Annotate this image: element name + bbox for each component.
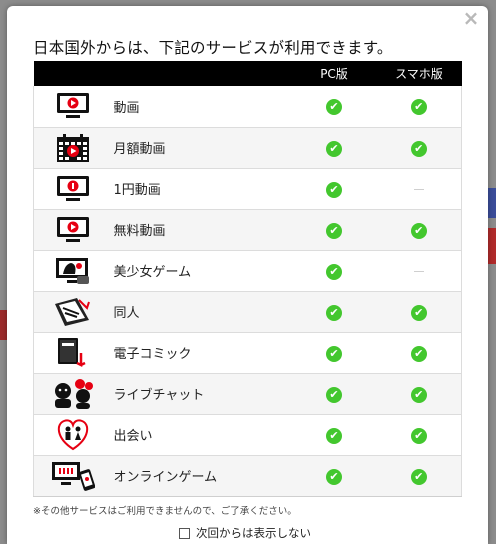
- service-row: 無料動画 ✔ ✔: [33, 209, 462, 251]
- close-button[interactable]: ×: [462, 8, 480, 28]
- service-row: 動画 ✔ ✔: [33, 86, 462, 128]
- available-check-icon: ✔: [326, 304, 342, 321]
- available-check-icon: ✔: [410, 222, 427, 239]
- header-smartphone-column: スマホ版: [376, 61, 462, 86]
- live-chat-icon: [51, 378, 95, 409]
- pc-availability: ✔: [291, 332, 377, 374]
- service-row: 美少女ゲーム ✔: [33, 250, 462, 292]
- service-row: 電子コミック ✔ ✔: [33, 332, 462, 374]
- service-name: オンラインゲーム: [111, 455, 292, 497]
- service-name: 無料動画: [111, 209, 292, 251]
- service-name: 電子コミック: [111, 332, 292, 374]
- header-service-column: [111, 61, 292, 86]
- service-row: オンラインゲーム ✔ ✔: [33, 455, 462, 497]
- online-game-devices-icon: [51, 461, 95, 491]
- available-check-icon: ✔: [326, 99, 342, 116]
- bishoujo-game-icon: [55, 257, 91, 284]
- service-row: 1円動画 ✔: [33, 168, 462, 210]
- service-name: 月額動画: [111, 127, 292, 169]
- pc-availability: ✔: [291, 373, 377, 415]
- unavailable-dash-icon: [413, 189, 424, 190]
- smartphone-availability: [376, 168, 462, 210]
- video-monitor-icon: [56, 93, 90, 119]
- service-row: 同人 ✔ ✔: [33, 291, 462, 333]
- dating-heart-icon: [54, 418, 92, 450]
- available-check-icon: ✔: [410, 304, 427, 321]
- available-check-icon: ✔: [410, 140, 427, 157]
- dont-show-again-checkbox[interactable]: [179, 527, 190, 539]
- header-pc-column: PC版: [291, 61, 377, 86]
- service-name: 動画: [111, 86, 292, 128]
- pc-availability: ✔: [291, 250, 377, 292]
- region-notice-modal: × 日本国外からは、下記のサービスが利用できます。 PC版 スマホ版 動画 ✔ ✔: [7, 6, 488, 544]
- available-check-icon: ✔: [410, 468, 427, 485]
- available-check-icon: ✔: [410, 427, 427, 444]
- smartphone-availability: ✔: [376, 127, 462, 169]
- unavailable-dash-icon: [413, 271, 424, 272]
- pc-availability: ✔: [291, 455, 377, 497]
- smartphone-availability: ✔: [376, 291, 462, 333]
- available-check-icon: ✔: [326, 427, 342, 444]
- background-banner-red: [488, 228, 496, 264]
- pc-availability: ✔: [291, 127, 377, 169]
- service-name: ライブチャット: [111, 373, 292, 415]
- service-name: 出会い: [111, 414, 292, 456]
- pc-availability: ✔: [291, 168, 377, 210]
- available-check-icon: ✔: [326, 386, 342, 403]
- smartphone-availability: ✔: [376, 86, 462, 128]
- calendar-video-icon: [56, 133, 90, 162]
- smartphone-availability: [376, 250, 462, 292]
- doujin-book-icon: [53, 297, 93, 326]
- service-row: 月額動画 ✔ ✔: [33, 127, 462, 169]
- background-bar-red: [0, 310, 7, 340]
- service-name: 1円動画: [111, 168, 292, 210]
- available-check-icon: ✔: [410, 386, 427, 403]
- service-name: 美少女ゲーム: [111, 250, 292, 292]
- dont-show-again-toggle[interactable]: 次回からは表示しない: [179, 525, 311, 541]
- available-check-icon: ✔: [326, 263, 342, 280]
- dont-show-again-label: 次回からは表示しない: [196, 526, 311, 540]
- pc-availability: ✔: [291, 209, 377, 251]
- available-check-icon: ✔: [410, 345, 427, 362]
- table-header-row: PC版 スマホ版: [33, 61, 462, 86]
- video-monitor-icon: [56, 216, 90, 242]
- one-yen-monitor-icon: [56, 175, 90, 201]
- smartphone-availability: ✔: [376, 414, 462, 456]
- available-check-icon: ✔: [326, 345, 342, 362]
- smartphone-availability: ✔: [376, 209, 462, 251]
- background-banner-blue: [488, 188, 496, 218]
- smartphone-availability: ✔: [376, 332, 462, 374]
- smartphone-availability: ✔: [376, 373, 462, 415]
- pc-availability: ✔: [291, 414, 377, 456]
- service-availability-table: PC版 スマホ版 動画 ✔ ✔ 月額動画 ✔ ✔ 1円動画 ✔ 無料動画 ✔ ✔…: [33, 61, 462, 497]
- available-check-icon: ✔: [326, 468, 342, 485]
- pc-availability: ✔: [291, 291, 377, 333]
- ebook-comic-icon: [55, 337, 91, 367]
- pc-availability: ✔: [291, 86, 377, 128]
- header-icon-column: [33, 61, 112, 86]
- service-name: 同人: [111, 291, 292, 333]
- service-row: 出会い ✔ ✔: [33, 414, 462, 456]
- smartphone-availability: ✔: [376, 455, 462, 497]
- modal-title: 日本国外からは、下記のサービスが利用できます。: [33, 39, 393, 57]
- available-check-icon: ✔: [410, 99, 427, 116]
- available-check-icon: ✔: [326, 181, 342, 198]
- available-check-icon: ✔: [326, 140, 342, 157]
- availability-note: ※その他サービスはご利用できませんので、ご了承ください。: [33, 506, 297, 517]
- available-check-icon: ✔: [326, 222, 342, 239]
- service-row: ライブチャット ✔ ✔: [33, 373, 462, 415]
